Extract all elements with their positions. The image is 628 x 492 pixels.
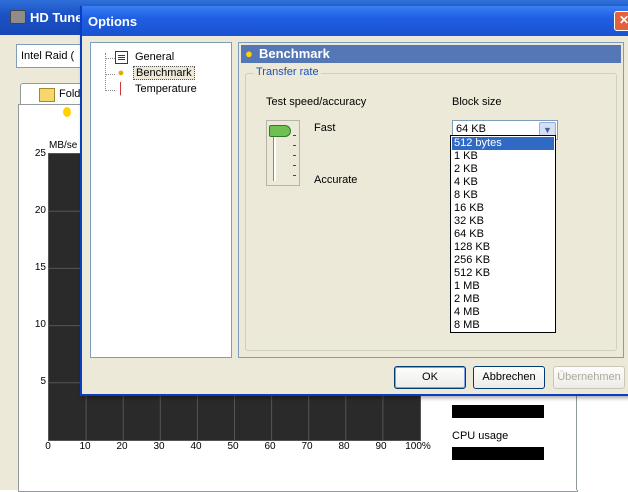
x-tick-label: 90: [375, 441, 387, 452]
lightbulb-icon: ●: [117, 67, 125, 79]
tree-connector: [105, 90, 115, 91]
x-tick-label: 30: [153, 441, 165, 452]
tree-item-label: Temperature: [135, 83, 197, 95]
hdtune-title: HD Tune: [10, 10, 82, 25]
x-tick-label: 100%: [405, 441, 431, 452]
y-tick-label: 25: [34, 148, 46, 159]
transfer-rate-legend: Transfer rate: [254, 66, 321, 78]
tab-folder-label: Fold: [59, 88, 81, 100]
slider-tick: [293, 145, 296, 146]
slider-tick: [293, 165, 296, 166]
block-size-label: Block size: [452, 96, 502, 108]
x-tick-label: 80: [338, 441, 350, 452]
block-size-option[interactable]: 256 KB: [452, 254, 554, 267]
tree-item-label: Benchmark: [133, 66, 195, 80]
accurate-label: Accurate: [314, 174, 358, 186]
x-tick-label: 0: [45, 441, 51, 452]
slider-tick: [293, 135, 296, 136]
block-size-option[interactable]: 4 KB: [452, 176, 554, 189]
cpu-usage-bar: [452, 447, 544, 460]
benchmark-header: ● Benchmark: [241, 45, 621, 63]
hdtune-app-icon: [10, 10, 26, 24]
x-tick-label: 40: [190, 441, 202, 452]
block-size-option[interactable]: 32 KB: [452, 215, 554, 228]
x-tick-label: 50: [227, 441, 239, 452]
block-size-option[interactable]: 8 MB: [452, 319, 554, 332]
dialog-title: Options: [88, 14, 138, 29]
tree-connector: [105, 58, 115, 59]
slider-tick: [293, 155, 296, 156]
folder-icon: [39, 88, 55, 102]
block-size-option[interactable]: 2 MB: [452, 293, 554, 306]
tab-folder[interactable]: Fold: [20, 83, 86, 106]
block-size-option[interactable]: 4 MB: [452, 306, 554, 319]
tree-connector: [105, 74, 115, 75]
x-tick-label: 20: [116, 441, 128, 452]
block-size-option[interactable]: 1 MB: [452, 280, 554, 293]
document-icon: [115, 51, 128, 64]
speed-accuracy-slider[interactable]: [266, 120, 300, 186]
thermometer-icon: │: [117, 83, 125, 95]
transfer-rate-group: Transfer rate Test speed/accuracy Block …: [245, 66, 617, 351]
slider-tick: [293, 175, 296, 176]
cancel-button[interactable]: Abbrechen: [473, 366, 545, 389]
options-tree: General ● Benchmark │ Temperature: [90, 42, 232, 358]
dialog-titlebar[interactable]: Options ✕: [82, 6, 628, 36]
block-size-option[interactable]: 64 KB: [452, 228, 554, 241]
block-size-option[interactable]: 8 KB: [452, 189, 554, 202]
settings-pane: ● Benchmark Transfer rate Test speed/accu…: [238, 42, 624, 358]
lightbulb-icon: ●: [245, 46, 253, 61]
block-size-option[interactable]: 2 KB: [452, 163, 554, 176]
y-tick-label: 5: [40, 376, 46, 387]
lightbulb-icon: [63, 107, 71, 117]
block-size-dropdown: 512 bytes 1 KB 2 KB 4 KB 8 KB 16 KB 32 KB 64 KB…: [450, 135, 556, 333]
chart-unit-label: MB/se: [49, 140, 78, 151]
cpu-usage-label: CPU usage: [452, 430, 509, 442]
apply-button[interactable]: Übernehmen: [553, 366, 625, 389]
y-tick-label: 10: [34, 319, 46, 330]
x-tick-label: 70: [301, 441, 313, 452]
fast-label: Fast: [314, 122, 336, 134]
speed-readout-bar: [452, 405, 544, 418]
block-size-option[interactable]: 16 KB: [452, 202, 554, 215]
block-size-option[interactable]: 512 bytes: [452, 137, 554, 150]
benchmark-header-title: Benchmark: [259, 46, 330, 61]
y-tick-label: 15: [34, 262, 46, 273]
block-size-option[interactable]: 1 KB: [452, 150, 554, 163]
ok-button[interactable]: OK: [394, 366, 466, 389]
block-size-option[interactable]: 128 KB: [452, 241, 554, 254]
speed-accuracy-label: Test speed/accuracy: [266, 96, 367, 108]
tree-item-label: General: [135, 51, 175, 63]
x-tick-label: 60: [264, 441, 276, 452]
y-tick-label: 20: [34, 205, 46, 216]
side-panel: [576, 393, 628, 490]
block-size-option[interactable]: 512 KB: [452, 267, 554, 280]
close-icon[interactable]: ✕: [614, 11, 628, 31]
x-tick-label: 10: [79, 441, 91, 452]
slider-thumb[interactable]: [269, 125, 291, 137]
block-size-value: 64 KB: [456, 123, 486, 135]
